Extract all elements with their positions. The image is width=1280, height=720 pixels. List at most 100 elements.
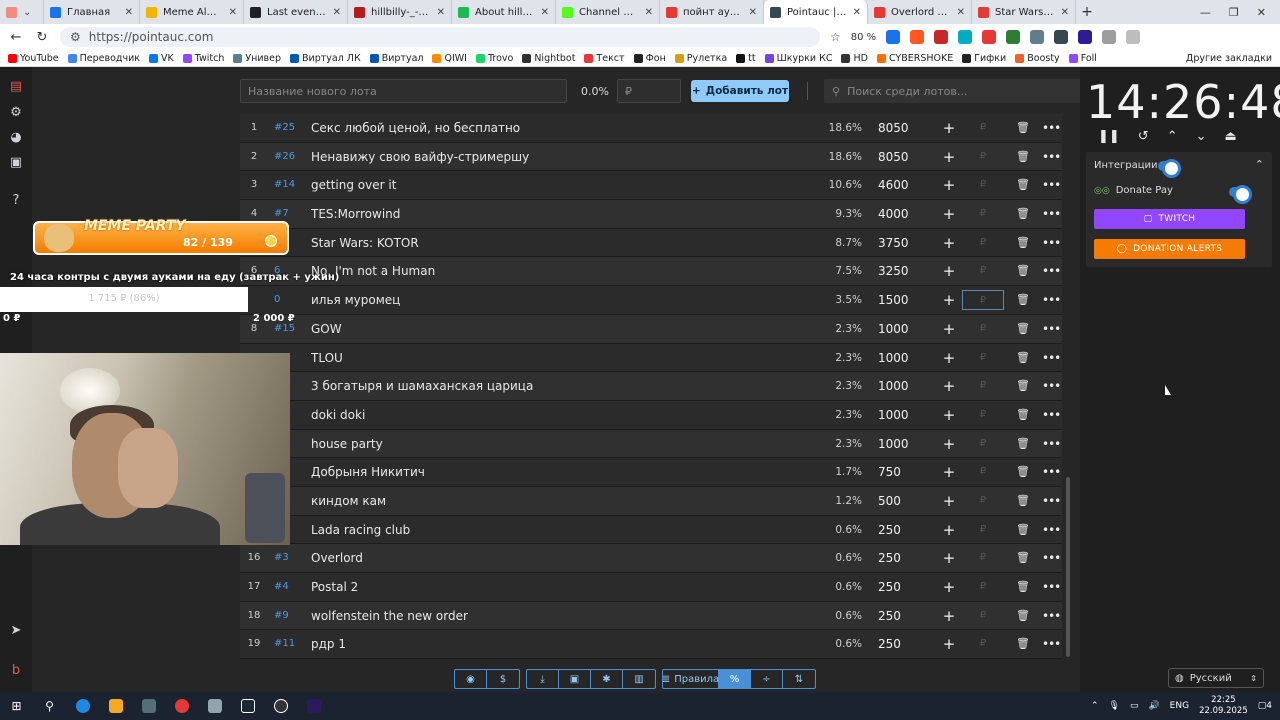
- download-icon[interactable]: ⤓: [527, 670, 559, 688]
- extension-icon[interactable]: [982, 30, 997, 44]
- bookmark-item[interactable]: VK: [149, 53, 174, 64]
- add-amount-icon[interactable]: +: [942, 171, 956, 199]
- extension-icon[interactable]: [1006, 30, 1021, 44]
- url-field[interactable]: ⚙ https://pointauc.com: [60, 27, 820, 47]
- lot-amount[interactable]: 1000: [878, 372, 938, 400]
- lot-name[interactable]: Lada racing club: [311, 516, 811, 544]
- lot-id[interactable]: #4: [274, 573, 302, 601]
- extension-icon[interactable]: [958, 30, 973, 44]
- chevron-up-icon[interactable]: ⌃: [1167, 129, 1178, 144]
- chevron-up-icon[interactable]: ⌃: [1091, 701, 1099, 711]
- add-amount-icon[interactable]: +: [942, 573, 956, 601]
- lot-amount[interactable]: 1000: [878, 430, 938, 458]
- donatepay-toggle[interactable]: [1229, 185, 1252, 204]
- add-amount-input[interactable]: ₽: [962, 405, 1004, 425]
- add-amount-icon[interactable]: +: [942, 458, 956, 486]
- github-icon[interactable]: ◉: [455, 670, 487, 688]
- more-icon[interactable]: •••: [1042, 401, 1061, 429]
- add-amount-input[interactable]: ₽: [962, 634, 1004, 654]
- lot-amount-input[interactable]: ₽: [617, 79, 681, 103]
- add-amount-icon[interactable]: +: [942, 344, 956, 372]
- twitch-button[interactable]: ▢ TWITCH: [1094, 209, 1245, 229]
- lot-amount[interactable]: 250: [878, 516, 938, 544]
- lot-amount[interactable]: 3750: [878, 229, 938, 257]
- add-amount-icon[interactable]: +: [942, 401, 956, 429]
- lot-name[interactable]: илья муромец: [311, 286, 811, 314]
- add-lot-button[interactable]: + Добавить лот: [691, 80, 789, 102]
- lot-amount[interactable]: 1000: [878, 344, 938, 372]
- trash-icon[interactable]: 🗑: [1016, 229, 1030, 257]
- more-icon[interactable]: •••: [1042, 257, 1061, 285]
- close-tab-icon[interactable]: ✕: [645, 7, 653, 18]
- lot-amount[interactable]: 250: [878, 630, 938, 658]
- lot-id[interactable]: #26: [274, 143, 302, 171]
- network-icon[interactable]: ▭: [1130, 701, 1139, 711]
- lot-amount[interactable]: 1500: [878, 286, 938, 314]
- notification-icon[interactable]: ▢4: [1258, 701, 1272, 711]
- add-amount-input[interactable]: ₽: [962, 577, 1004, 597]
- lot-name[interactable]: GOW: [311, 315, 811, 343]
- more-icon[interactable]: •••: [1042, 143, 1061, 171]
- lot-name-input[interactable]: Название нового лота: [240, 79, 567, 103]
- trash-icon[interactable]: 🗑: [1016, 286, 1030, 314]
- lot-name[interactable]: wolfenstein the new order: [311, 602, 811, 630]
- extension-icon[interactable]: [1078, 30, 1093, 44]
- reload-icon[interactable]: ↻: [34, 30, 50, 45]
- add-amount-icon[interactable]: +: [942, 487, 956, 515]
- search-icon[interactable]: ⚲: [33, 692, 66, 720]
- trash-icon[interactable]: 🗑: [1016, 372, 1030, 400]
- bookmark-item[interactable]: QIWI: [432, 53, 467, 64]
- lot-amount[interactable]: 750: [878, 458, 938, 486]
- double-chevron-up-icon[interactable]: ⏏: [1225, 129, 1237, 144]
- add-amount-input[interactable]: ₽: [962, 261, 1004, 281]
- close-tab-icon[interactable]: ✕: [957, 7, 965, 18]
- extension-icon[interactable]: [1054, 30, 1069, 44]
- lot-name[interactable]: Star Wars: KOTOR: [311, 229, 811, 257]
- add-amount-input[interactable]: ₽: [962, 175, 1004, 195]
- add-amount-icon[interactable]: +: [942, 602, 956, 630]
- add-amount-icon[interactable]: +: [942, 516, 956, 544]
- close-tab-icon[interactable]: ✕: [853, 7, 861, 18]
- bookmark-item[interactable]: Шкурки КС: [764, 53, 832, 64]
- lot-name[interactable]: getting over it: [311, 171, 811, 199]
- add-amount-input[interactable]: ₽: [962, 520, 1004, 540]
- lot-name[interactable]: 3 богатыря и шамаханская царица: [311, 372, 811, 400]
- lot-amount[interactable]: 250: [878, 573, 938, 601]
- bookmark-item[interactable]: Текст: [584, 53, 625, 64]
- lot-id[interactable]: #9: [274, 602, 302, 630]
- add-amount-input[interactable]: ₽: [962, 147, 1004, 167]
- percent-toggle[interactable]: %: [719, 670, 751, 688]
- trash-icon[interactable]: 🗑: [1016, 573, 1030, 601]
- close-tab-icon[interactable]: ✕: [437, 7, 445, 18]
- trash-icon[interactable]: 🗑: [1016, 315, 1030, 343]
- extension-icon[interactable]: [934, 30, 949, 44]
- more-icon[interactable]: •••: [1042, 229, 1061, 257]
- bookmark-item[interactable]: Рулетка: [674, 53, 727, 64]
- bookmark-item[interactable]: Переводчик: [67, 53, 140, 64]
- add-amount-icon[interactable]: +: [942, 114, 956, 142]
- app-icon[interactable]: [198, 692, 231, 720]
- split-icon[interactable]: ÷: [751, 670, 783, 688]
- lot-name[interactable]: Overlord: [311, 544, 811, 572]
- more-icon[interactable]: •••: [1042, 286, 1061, 314]
- trash-icon[interactable]: 🗑: [1016, 458, 1030, 486]
- trash-icon[interactable]: 🗑: [1016, 516, 1030, 544]
- lot-id[interactable]: 0: [274, 286, 302, 314]
- add-amount-icon[interactable]: +: [942, 630, 956, 658]
- chevron-down-icon[interactable]: ⌄: [1196, 129, 1207, 144]
- donate-icon[interactable]: $: [487, 670, 519, 688]
- lot-name[interactable]: Секс любой ценой, но бесплатно: [311, 114, 811, 142]
- maximize-icon[interactable]: ❐: [1229, 6, 1239, 19]
- steam-icon[interactable]: [231, 692, 264, 720]
- close-tab-icon[interactable]: ✕: [125, 7, 133, 18]
- more-icon[interactable]: •••: [1042, 430, 1061, 458]
- browser-tab[interactable]: Star Wars: KOTOR ✕: [972, 0, 1076, 24]
- minimize-icon[interactable]: —: [1200, 6, 1211, 19]
- lot-id[interactable]: #14: [274, 171, 302, 199]
- lot-name[interactable]: No, I'm not a Human: [311, 257, 811, 285]
- more-icon[interactable]: •••: [1042, 114, 1061, 142]
- telegram-icon[interactable]: ➤: [8, 623, 24, 639]
- lot-name[interactable]: doki doki: [311, 401, 811, 429]
- extension-icon[interactable]: [886, 30, 901, 44]
- lot-amount[interactable]: 500: [878, 487, 938, 515]
